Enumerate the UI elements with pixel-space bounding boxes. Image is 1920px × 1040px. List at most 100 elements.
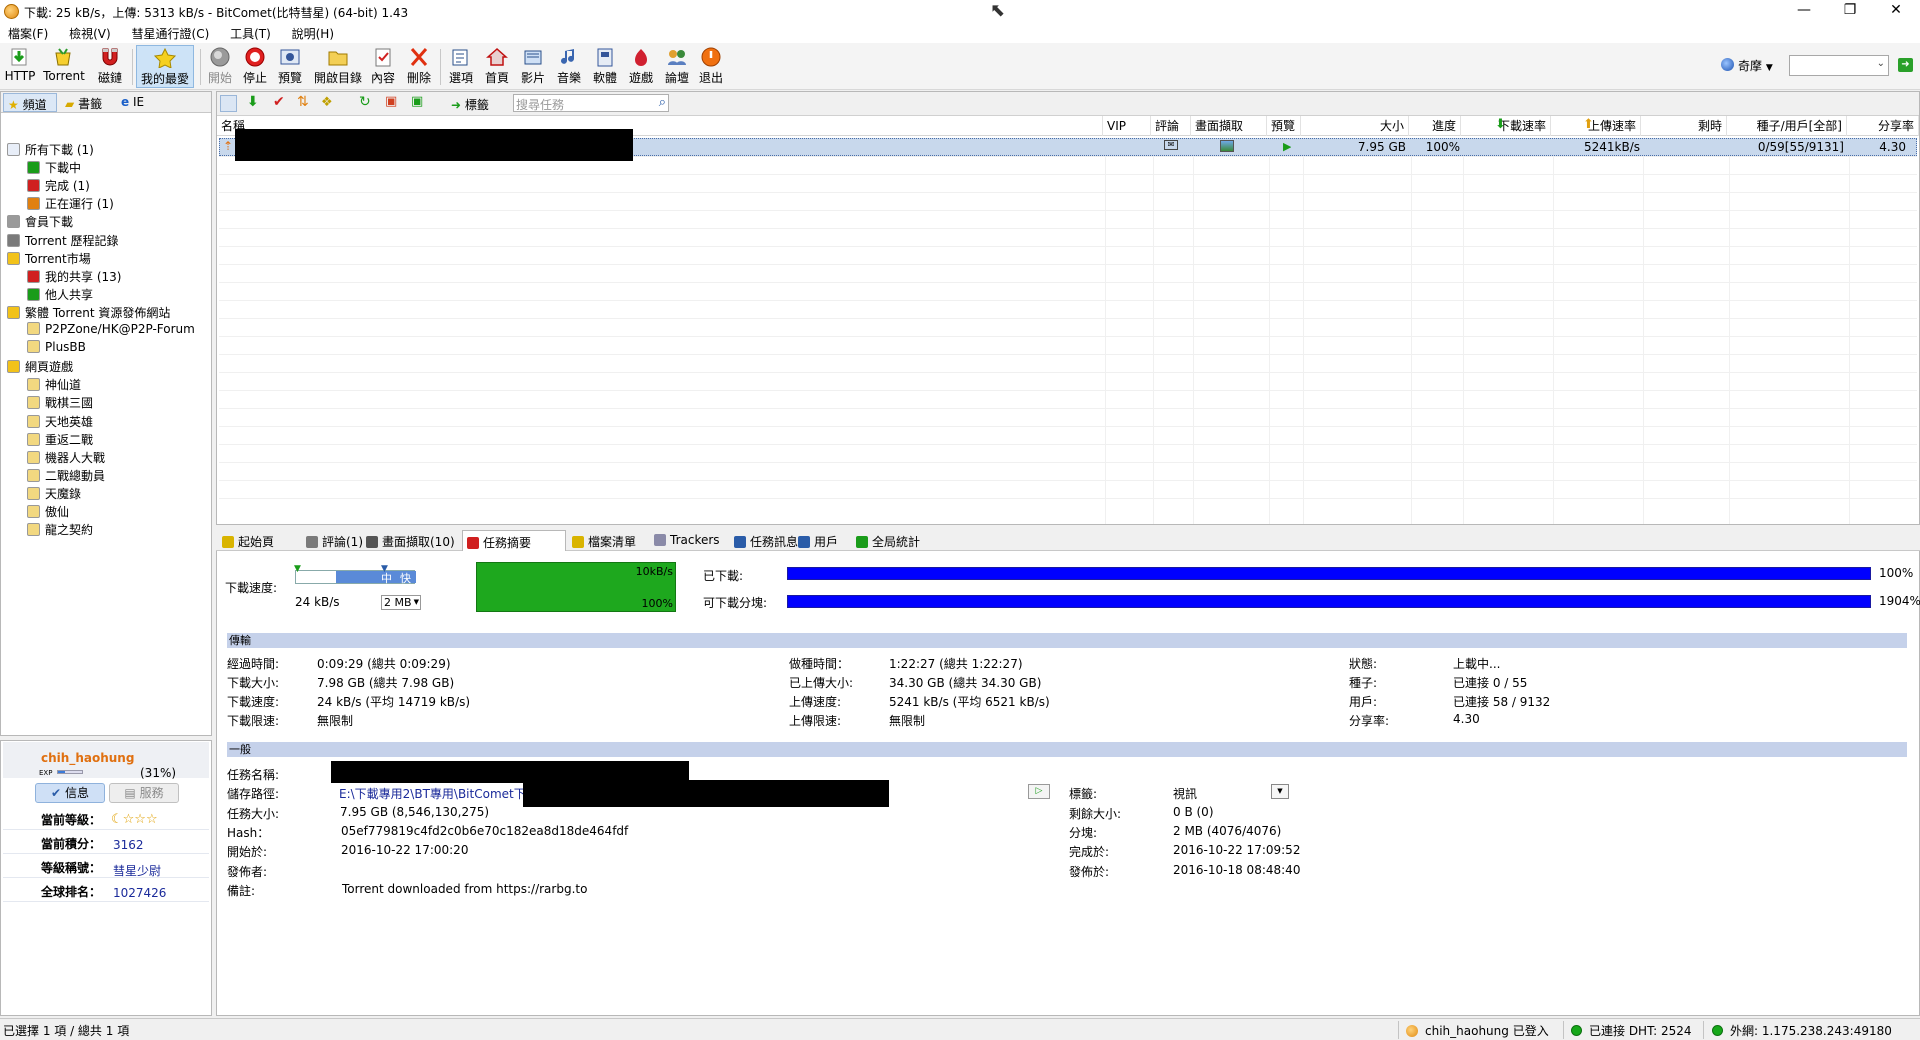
open-folder-button[interactable]: 開啟目錄 [312,45,364,88]
column-header[interactable]: 畫面擷取 [1191,116,1267,136]
menu-file[interactable]: 檔案(F) [0,24,57,42]
tree-item[interactable]: 二戰總動員 [27,467,105,485]
tree-item[interactable]: 網頁遊戲 [7,358,73,376]
open-file-button[interactable]: ▷ [1028,784,1050,799]
refresh-icon[interactable]: ↻ [359,94,371,110]
detail-tab[interactable]: 全局統計 [852,530,932,551]
menu-help[interactable]: 說明(H) [284,24,343,42]
column-header[interactable]: 分享率 [1847,116,1919,136]
torrent-button[interactable]: Torrent [42,45,86,88]
menu-tools[interactable]: 工具(T) [222,24,280,42]
tree-item[interactable]: 所有下載 (1) [7,141,94,159]
comment-mail-icon[interactable]: ✉ [1164,140,1178,150]
tab-bookmarks[interactable]: ▰ 書籤 [61,93,115,112]
start-button[interactable]: 開始 [205,45,235,88]
column-header[interactable]: 進度 [1409,116,1461,136]
tree-item[interactable]: 繁體 Torrent 資源發佈網站 [7,304,170,322]
login-status[interactable]: chih_haohung 已登入 [1406,1022,1549,1039]
column-header[interactable]: 上傳速率 [1551,116,1641,136]
tree-item[interactable]: 龍之契約 [27,521,93,539]
tree-item[interactable]: 我的共享 (13) [27,268,121,286]
minimize-button[interactable]: — [1782,0,1826,22]
favorites-button[interactable]: 我的最愛 [136,45,194,88]
menu-view[interactable]: 檢視(V) [61,24,120,42]
preview-button[interactable]: 預覽 [274,45,306,88]
detail-tab[interactable]: Trackers [650,530,728,551]
tree-item[interactable]: 下載中 [27,159,81,177]
tree-item[interactable]: Torrent 歷程記錄 [7,232,119,250]
detail-tab[interactable]: 任務摘要 [462,530,566,551]
column-header[interactable]: 大小 [1301,116,1409,136]
properties-button[interactable]: 內容 [368,45,398,88]
tab-channel[interactable]: ★ 頻道 [3,93,57,112]
batch-filter-icon[interactable]: ❖ [321,95,333,110]
completed-filter-icon[interactable]: ✔ [273,94,285,110]
tree-item[interactable]: PlusBB [27,340,86,358]
tags-button[interactable]: ➜ 標籤 [451,96,489,113]
export-icon[interactable]: ▣ [411,94,423,109]
tree-item[interactable]: 天魔錄 [27,485,81,503]
column-header[interactable]: 剩時 [1641,116,1727,136]
column-header[interactable]: 下載速率 [1461,116,1551,136]
column-header[interactable]: 預覽 [1267,116,1301,136]
magnet-button[interactable]: 磁鏈 [94,45,126,88]
tree-item[interactable]: 傲仙 [27,503,69,521]
detail-tab[interactable]: 檔案清單 [568,530,648,551]
tag-dropdown-button[interactable]: ▼ [1271,784,1289,799]
home-button[interactable]: 首頁 [482,45,512,88]
stop-button[interactable]: 停止 [240,45,270,88]
video-button[interactable]: 影片 [518,45,548,88]
detail-tab[interactable]: 評論(1) [302,530,363,551]
save-path-link[interactable]: E:\下載專用2\BT專用\BitComet下載 [339,785,527,802]
speed-slider[interactable]: 中 快 ▼ ▼ [294,564,416,585]
downloading-filter-icon[interactable]: ⬇ [247,94,259,110]
search-icon[interactable]: ⌕ [659,95,666,110]
search-engine-selector[interactable]: 奇摩 ▼ [1738,57,1773,74]
column-header[interactable]: 種子/用戶[全部] [1727,116,1847,136]
detail-tab[interactable]: 畫面擷取(10) [362,530,460,551]
menu-pass[interactable]: 彗星通行證(C) [124,24,219,42]
user-tab-info[interactable]: ✔ 信息 [35,783,105,803]
http-button[interactable]: HTTP [4,45,36,88]
tree-item[interactable]: 正在運行 (1) [27,195,114,213]
column-header[interactable]: VIP [1103,116,1151,136]
options-button[interactable]: 選項 [446,45,476,88]
import-icon[interactable]: ▣ [385,94,397,109]
forum-button[interactable]: 論壇 [662,45,692,88]
tree-item[interactable]: 戰棋三國 [27,394,93,412]
column-header[interactable]: 評論 [1151,116,1191,136]
tree-item[interactable]: 完成 (1) [27,177,90,195]
screenshot-thumb-icon[interactable] [1220,140,1234,152]
preview-play-icon[interactable]: ▶ [1283,139,1291,155]
tree-item[interactable]: P2PZone/HK@P2P-Forum [27,322,195,340]
table-row[interactable]: ⇡ ✉ ▶ 7.95 GB 100% 5241kB/s 0/59[55/9131… [219,129,1917,161]
tree-item[interactable]: 天地英雄 [27,413,93,431]
seeding-filter-icon[interactable]: ⇅ [297,94,309,110]
delete-button[interactable]: 刪除 [404,45,434,88]
block-size-select[interactable]: 2 MB ▼ [381,595,421,610]
game-button[interactable]: 遊戲 [626,45,656,88]
tree-item[interactable]: 機器人大戰 [27,449,105,467]
task-search-input[interactable]: 搜尋任務 ⌕ [513,94,669,112]
tree-item[interactable]: 會員下載 [7,213,73,231]
tree-item[interactable]: 他人共享 [27,286,93,304]
music-button[interactable]: 音樂 [554,45,584,88]
detail-tab[interactable]: 起始頁 [218,530,298,551]
detail-tab[interactable]: 用戶 [794,530,850,551]
slider-thumb-icon[interactable]: ▼ [294,564,301,574]
tree-item[interactable]: Torrent市場 [7,250,91,268]
detail-tab[interactable]: 任務訊息 [730,530,798,551]
tab-ie[interactable]: e IE [117,93,157,112]
tree-item[interactable]: 神仙道 [27,376,81,394]
user-tab-service[interactable]: ▤ 服務 [109,783,179,803]
restore-button[interactable]: ❐ [1828,0,1872,22]
slider-thumb-icon[interactable]: ▼ [381,564,388,574]
software-button[interactable]: 軟體 [590,45,620,88]
tree-item[interactable]: 重返二戰 [27,431,93,449]
close-button[interactable]: ✕ [1874,0,1918,22]
exit-button[interactable]: 退出 [696,45,726,88]
search-go-button[interactable]: ➜ [1898,58,1913,72]
toolbar-separator [200,49,201,85]
new-task-icon[interactable] [220,95,237,112]
search-input[interactable]: ⌄ [1789,55,1889,76]
